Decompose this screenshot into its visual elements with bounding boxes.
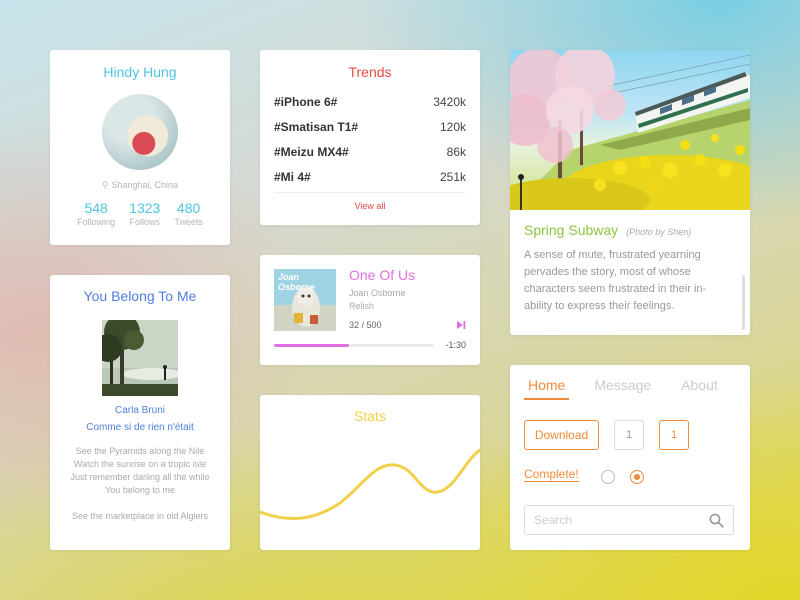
radio-selected[interactable] <box>630 470 644 484</box>
trend-tag: #Smatisan T1# <box>274 120 359 134</box>
search-box <box>524 505 734 535</box>
song-lyrics: See the Pyramids along the Nile Watch th… <box>62 445 218 523</box>
lyric-line <box>62 497 218 510</box>
radio-unselected[interactable] <box>601 470 615 484</box>
stat-value: 548 <box>84 200 108 216</box>
stats-title: Stats <box>354 408 386 424</box>
profile-card: Hindy Hung ⚲ Shanghai, China 548 Followin… <box>50 50 230 245</box>
lyric-line: See the marketplace in old Algiers <box>71 511 209 521</box>
music-player-card: Joan Osborne One Of Us Joan Osborne Reli… <box>260 255 480 365</box>
location-text: Shanghai, China <box>111 180 179 190</box>
stat-label: Follows <box>129 217 160 227</box>
tab-message[interactable]: Message <box>594 377 651 400</box>
profile-name[interactable]: Hindy Hung <box>50 64 230 82</box>
complete-link[interactable]: Complete! <box>524 467 579 482</box>
song-album[interactable]: Comme si de rien n'était <box>50 422 230 435</box>
trend-item[interactable]: #Mi 4# 251k <box>274 167 466 192</box>
stat-label: Tweets <box>174 217 203 227</box>
controls-card: Home Message About Download 1 1 Complete… <box>510 365 750 550</box>
lyric-line: Just remember darling all the while <box>70 472 210 482</box>
stat-following[interactable]: 548 Following <box>77 200 115 227</box>
photo-caption: Spring Subway (Photo by Shen) A sense of … <box>510 210 750 315</box>
stats-card: Stats <box>260 395 480 550</box>
spring-subway-photo[interactable] <box>510 50 750 210</box>
number-box-default[interactable]: 1 <box>614 420 644 450</box>
player-album: Relish <box>349 301 375 311</box>
stats-wave-line <box>260 448 480 520</box>
lyric-line: You belong to me <box>105 485 175 495</box>
art-title-text: Joan Osborne <box>278 272 316 292</box>
trend-tag: #iPhone 6# <box>274 95 338 109</box>
player-artist: Joan Osborne <box>349 288 406 298</box>
lyric-line: Watch the sunrise on a tropic isle <box>73 459 207 469</box>
progress-fill <box>274 344 350 347</box>
progress-bar[interactable] <box>274 344 434 347</box>
button-row: Download 1 1 <box>524 420 689 450</box>
photo-card: Spring Subway (Photo by Shen) A sense of … <box>510 50 750 335</box>
tab-bar: Home Message About <box>510 365 750 400</box>
divider <box>274 192 466 193</box>
stat-value: 1323 <box>129 200 161 216</box>
scrollbar[interactable] <box>742 275 745 330</box>
avatar[interactable] <box>102 94 178 170</box>
search-input[interactable] <box>525 506 695 534</box>
stat-follows[interactable]: 1323 Follows <box>129 200 160 227</box>
trends-title: Trends <box>348 64 392 80</box>
stat-tweets[interactable]: 480 Tweets <box>174 200 203 227</box>
player-album-art[interactable]: Joan Osborne <box>274 269 336 331</box>
track-position: 32 / 500 <box>349 320 382 330</box>
trend-tag: #Meizu MX4# <box>274 145 349 159</box>
trend-item[interactable]: #Meizu MX4# 86k <box>274 142 466 167</box>
profile-location: ⚲ Shanghai, China <box>50 180 230 192</box>
song-artist[interactable]: Carla Bruni <box>50 405 230 418</box>
trend-count: 86k <box>446 145 466 159</box>
tab-about[interactable]: About <box>681 377 718 400</box>
trends-card: Trends #iPhone 6# 3420k #Smatisan T1# 120k… <box>260 50 480 225</box>
stat-value: 480 <box>176 200 201 216</box>
trend-count: 251k <box>439 170 466 184</box>
skip-next-icon[interactable] <box>456 320 466 330</box>
trend-count: 120k <box>439 120 466 134</box>
album-cover[interactable] <box>102 320 178 396</box>
photo-title[interactable]: Spring Subway <box>524 222 618 238</box>
trend-count: 3420k <box>433 95 466 109</box>
song-title: You Belong To Me <box>83 288 197 304</box>
tab-home[interactable]: Home <box>524 377 570 400</box>
lyric-line: See the Pyramids along the Nile <box>75 446 205 456</box>
photo-illustration <box>510 50 750 210</box>
search-icon[interactable] <box>709 513 724 528</box>
location-pin-icon: ⚲ <box>101 180 109 190</box>
cover-illustration <box>102 320 178 396</box>
stat-label: Following <box>77 217 116 227</box>
player-song-title[interactable]: One Of Us <box>349 267 415 283</box>
photo-description: A sense of mute, frustrated yearning per… <box>524 249 707 312</box>
trend-item[interactable]: #iPhone 6# 3420k <box>274 92 466 117</box>
time-remaining: -1:30 <box>445 340 466 350</box>
trends-list: #iPhone 6# 3420k #Smatisan T1# 120k #Meizu… <box>274 92 466 192</box>
profile-stats: 548 Following 1323 Follows 480 Tweets <box>50 200 230 227</box>
song-card: You Belong To Me Carla Bruni Comme si de… <box>50 275 230 550</box>
download-button[interactable]: Download <box>524 420 599 450</box>
trend-item[interactable]: #Smatisan T1# 120k <box>274 117 466 142</box>
photo-credit: (Photo by Shen) <box>626 227 692 237</box>
trend-tag: #Mi 4# <box>274 170 311 184</box>
number-box-active[interactable]: 1 <box>659 420 689 450</box>
view-all-link[interactable]: View all <box>260 201 480 211</box>
